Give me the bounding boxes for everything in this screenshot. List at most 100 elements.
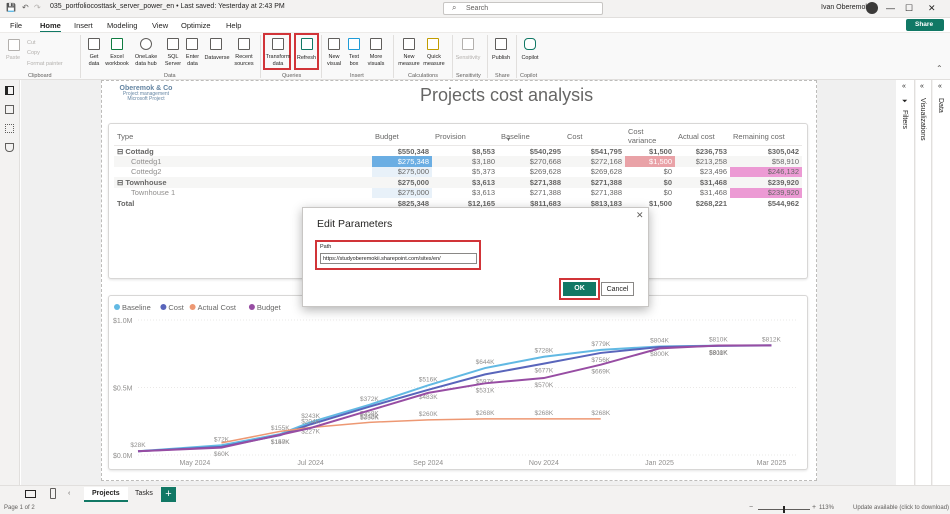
search-input[interactable]: Search <box>443 2 603 15</box>
group-copilot: Copilot <box>520 73 538 79</box>
copy-button[interactable]: Copy <box>27 50 40 57</box>
onelake-button[interactable]: OneLake data hub <box>131 54 161 67</box>
visualizations-pane[interactable]: « Visualizations <box>916 80 932 485</box>
new-measure-icon <box>403 38 415 50</box>
ok-button[interactable]: OK <box>563 282 596 296</box>
dataverse-button[interactable]: Dataverse <box>202 55 232 62</box>
chevron-left-icon[interactable]: « <box>938 83 942 90</box>
transform-data-button[interactable]: Transform data <box>265 54 291 67</box>
publish-button[interactable]: Publish <box>490 55 512 62</box>
zoom-in-icon[interactable]: + <box>812 504 816 511</box>
right-panes: « ⏷ Filters « Visualizations « Data <box>896 80 950 485</box>
update-link[interactable]: Update available (click to download) <box>853 505 949 511</box>
copilot-icon <box>524 38 536 50</box>
onelake-icon <box>140 38 152 50</box>
report-view-icon[interactable] <box>5 86 14 95</box>
menu-modeling[interactable]: Modeling <box>107 21 137 30</box>
new-visual-button[interactable]: New visual <box>323 54 345 67</box>
quick-measure-icon <box>427 38 439 50</box>
ribbon-divider <box>393 35 394 78</box>
view-switcher <box>0 80 20 485</box>
menu-insert[interactable]: Insert <box>74 21 93 30</box>
zoom-out-icon[interactable]: − <box>749 504 753 511</box>
ribbon-divider <box>80 35 81 78</box>
visualizations-label[interactable]: Visualizations <box>919 98 926 141</box>
group-clipboard: Clipboard <box>28 73 52 79</box>
group-calculations: Calculations <box>408 73 438 79</box>
excel-workbook-button[interactable]: Excel workbook <box>104 54 130 67</box>
document-title[interactable]: 035_portfoliocosttask_server_power_en • … <box>50 3 285 10</box>
add-page-button[interactable]: + <box>161 487 176 502</box>
zoom-slider-thumb[interactable] <box>783 506 785 513</box>
format-painter-button[interactable]: Format painter <box>27 61 63 68</box>
menu-help[interactable]: Help <box>226 21 241 30</box>
title-bar: 💾 ↶ ↷ 035_portfoliocosttask_server_power… <box>0 0 950 18</box>
sql-server-button[interactable]: SQL Server <box>161 54 185 67</box>
copilot-button[interactable]: Copilot <box>518 55 542 62</box>
group-sensitivity: Sensitivity <box>456 73 481 79</box>
refresh-button[interactable]: Refresh <box>295 55 318 62</box>
cancel-button[interactable]: Cancel <box>601 282 634 296</box>
chevron-left-icon[interactable]: « <box>920 83 924 90</box>
publish-icon <box>495 38 507 50</box>
dax-query-view-icon[interactable] <box>5 143 14 152</box>
recent-sources-icon <box>238 38 250 50</box>
menu-bar <box>0 18 950 32</box>
maximize-button[interactable]: ☐ <box>905 3 913 14</box>
quick-measure-button[interactable]: Quick measure <box>421 54 447 67</box>
minimize-button[interactable]: — <box>886 3 895 13</box>
filters-pane[interactable]: « ⏷ Filters <box>896 80 915 485</box>
share-button[interactable]: Share <box>906 19 944 31</box>
menu-optimize[interactable]: Optimize <box>181 21 211 30</box>
avatar[interactable] <box>866 2 878 14</box>
chevron-left-icon[interactable]: « <box>902 83 906 90</box>
data-pane[interactable]: « Data <box>933 80 950 485</box>
get-data-button[interactable]: Get data <box>84 54 104 67</box>
paste-button[interactable]: Paste <box>6 55 20 62</box>
path-input[interactable]: https://studyoberemokii.sharepoint.com/s… <box>320 253 477 264</box>
path-label: Path <box>320 244 332 250</box>
menu-view[interactable]: View <box>152 21 168 30</box>
path-field-group: Path https://studyoberemokii.sharepoint.… <box>315 240 481 270</box>
save-icon[interactable]: 💾 <box>6 3 16 12</box>
collapse-ribbon-icon[interactable]: ⌃ <box>936 64 943 73</box>
transform-data-icon <box>272 38 284 50</box>
tab-tasks[interactable]: Tasks <box>127 487 161 502</box>
filter-icon: ⏷ <box>902 98 908 105</box>
ribbon-divider <box>321 35 322 78</box>
refresh-icon <box>301 38 313 50</box>
cut-button[interactable]: Cut <box>27 40 36 47</box>
sql-server-icon <box>167 38 179 50</box>
enter-data-button[interactable]: Enter data <box>184 54 201 67</box>
new-measure-button[interactable]: New measure <box>396 54 422 67</box>
table-view-icon[interactable] <box>5 105 14 114</box>
more-visuals-button[interactable]: More visuals <box>364 54 388 67</box>
enter-data-icon <box>186 38 198 50</box>
group-queries: Queries <box>282 73 302 79</box>
tab-projects[interactable]: Projects <box>84 487 128 502</box>
close-window-button[interactable]: ✕ <box>928 3 936 14</box>
chevron-left-icon[interactable]: ‹ <box>68 490 70 497</box>
text-box-button[interactable]: Text box <box>344 54 364 67</box>
undo-icon[interactable]: ↶ <box>22 3 29 12</box>
model-view-icon[interactable] <box>5 124 14 133</box>
sensitivity-icon <box>462 38 474 50</box>
mobile-layout-icon[interactable] <box>50 488 56 499</box>
ribbon-divider <box>516 35 517 78</box>
filters-label[interactable]: Filters <box>901 110 908 129</box>
menu-file[interactable]: File <box>10 21 22 30</box>
group-share: Share <box>495 73 510 79</box>
recent-sources-button[interactable]: Recent sources <box>231 54 257 67</box>
user-name: Ivan Oberemok <box>821 4 869 11</box>
ribbon-divider <box>260 35 261 78</box>
get-data-icon <box>88 38 100 50</box>
desktop-layout-icon[interactable] <box>25 490 36 498</box>
redo-icon[interactable]: ↷ <box>34 3 41 12</box>
zoom-level: 113% <box>819 505 834 511</box>
group-data: Data <box>164 73 176 79</box>
sensitivity-button[interactable]: Sensitivity <box>454 55 482 62</box>
close-icon[interactable]: ✕ <box>636 210 644 221</box>
data-label[interactable]: Data <box>937 98 944 113</box>
search-icon: ⌕ <box>452 3 457 12</box>
group-insert: Insert <box>350 73 364 79</box>
